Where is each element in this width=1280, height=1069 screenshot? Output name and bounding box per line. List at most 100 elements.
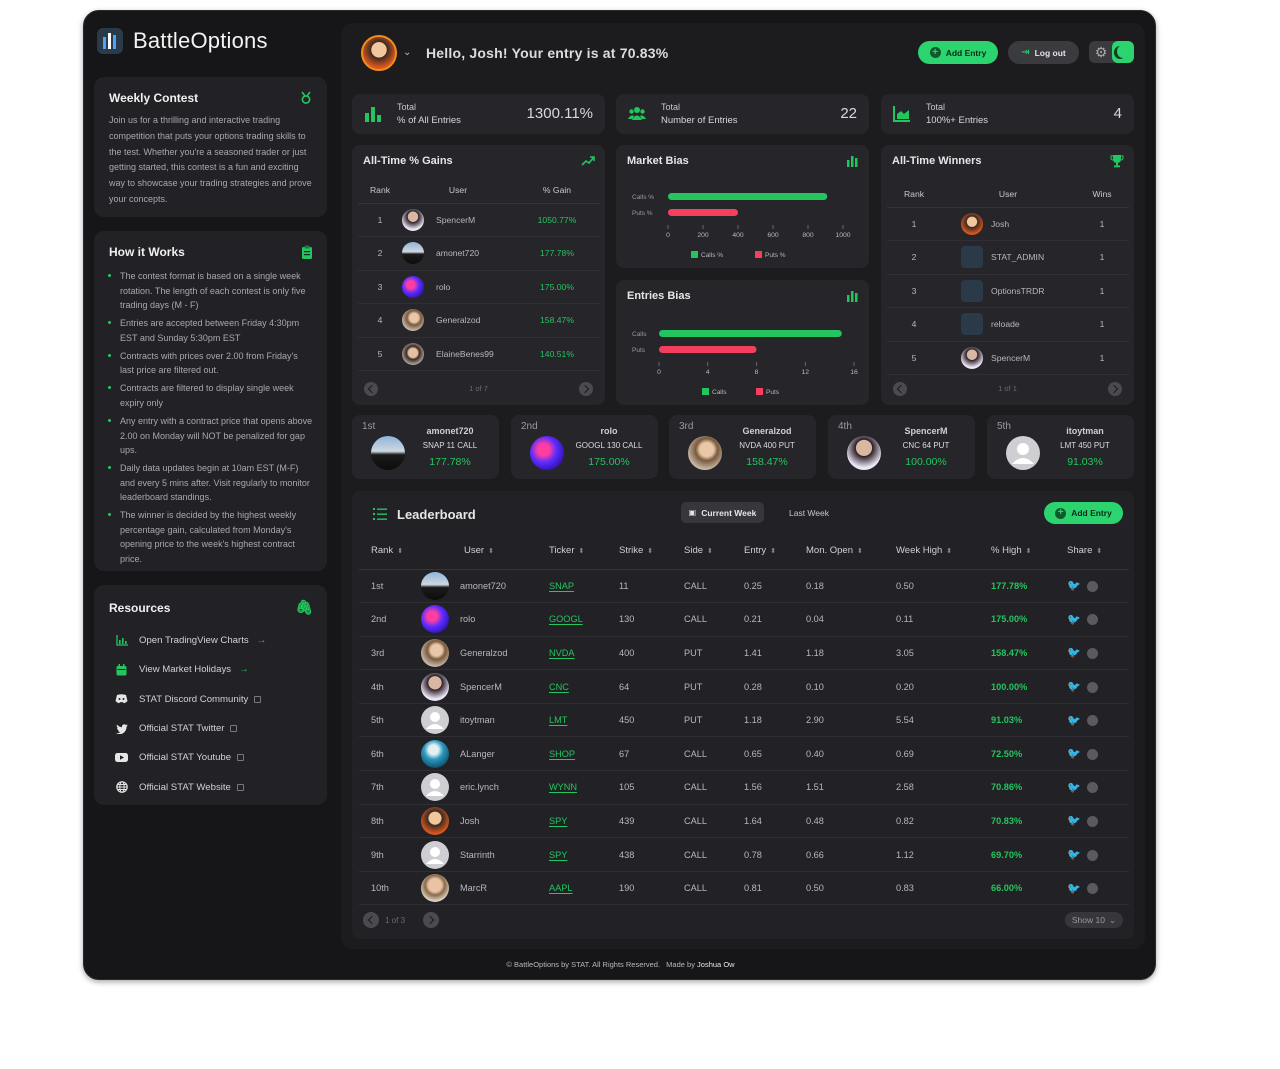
facebook-share-icon[interactable] bbox=[1086, 748, 1098, 760]
category-label: Calls bbox=[632, 331, 647, 338]
table-row[interactable]: 8th Josh SPY 439 CALL 1.64 0.48 0.82 70.83% 🐦 bbox=[359, 804, 1129, 839]
ticker-link[interactable]: LMT bbox=[545, 703, 615, 738]
next-page-button[interactable] bbox=[423, 912, 439, 928]
wins-cell: 1 bbox=[1075, 341, 1129, 375]
logout-button[interactable]: ⇥ Log out bbox=[1008, 41, 1079, 64]
table-row[interactable]: 1 SpencerM 1050.77% bbox=[358, 203, 600, 237]
twitter-share-icon[interactable]: 🐦 bbox=[1067, 647, 1087, 659]
table-row[interactable]: 3 rolo 175.00% bbox=[358, 270, 600, 304]
top-entry-card[interactable]: 1st amonet720 SNAP 11 CALL 177.78% bbox=[352, 415, 499, 479]
stat-value: 4 bbox=[1113, 105, 1122, 122]
twitter-share-icon[interactable]: 🐦 bbox=[1067, 715, 1087, 727]
col-side[interactable]: Side ⬍ bbox=[680, 533, 740, 570]
top-entry-card[interactable]: 5th itoytman LMT 450 PUT 91.03% bbox=[987, 415, 1134, 479]
resource-twitter[interactable]: Official STAT Twitter bbox=[109, 714, 313, 743]
table-row[interactable]: 6th ALanger SHOP 67 CALL 0.65 0.40 0.69 72.50% 🐦 bbox=[359, 736, 1129, 772]
alltime-gains-table: Rank User % Gain 1 SpencerM 1050.77% 2 amon… bbox=[358, 177, 600, 371]
table-row[interactable]: 2 amonet720 177.78% bbox=[358, 236, 600, 271]
resources-heading: Resources 🖇 bbox=[109, 599, 313, 616]
twitter-share-icon[interactable]: 🐦 bbox=[1067, 815, 1087, 827]
prev-page-button[interactable] bbox=[363, 912, 379, 928]
facebook-share-icon[interactable] bbox=[1086, 883, 1098, 895]
resource-holidays[interactable]: View Market Holidays → bbox=[109, 655, 313, 684]
facebook-share-icon[interactable] bbox=[1086, 782, 1098, 794]
facebook-share-icon[interactable] bbox=[1086, 715, 1098, 727]
col-week-high[interactable]: Week High ⬍ bbox=[892, 533, 987, 570]
chevron-down-icon[interactable]: ⌄ bbox=[403, 47, 411, 58]
ticker-link[interactable]: GOOGL bbox=[545, 602, 615, 637]
market-bias-chart: Calls % Puts % 0 200 400 600 800 1000 Calls %… bbox=[632, 193, 851, 259]
page-indicator: 1 of 7 bbox=[469, 384, 488, 393]
resource-website[interactable]: Official STAT Website bbox=[109, 772, 313, 801]
col-user[interactable]: User ⬍ bbox=[425, 533, 545, 570]
table-row[interactable]: 3 OptionsTRDR 1 bbox=[887, 274, 1129, 308]
facebook-share-icon[interactable] bbox=[1086, 681, 1098, 693]
tab-current-week[interactable]: ▣ Current Week bbox=[681, 502, 764, 523]
next-page-button[interactable] bbox=[579, 382, 593, 396]
facebook-share-icon[interactable] bbox=[1086, 816, 1098, 828]
twitter-share-icon[interactable]: 🐦 bbox=[1067, 614, 1087, 626]
resource-youtube[interactable]: Official STAT Youtube bbox=[109, 743, 313, 772]
header-add-entry-button[interactable]: + Add Entry bbox=[918, 41, 998, 64]
resource-discord[interactable]: STAT Discord Community bbox=[109, 685, 313, 714]
facebook-share-icon[interactable] bbox=[1086, 614, 1098, 626]
table-row[interactable]: 4 Generalzod 158.47% bbox=[358, 303, 600, 338]
brand[interactable]: BattleOptions bbox=[94, 19, 327, 63]
sidebar: BattleOptions Weekly Contest Join us for… bbox=[94, 19, 327, 805]
table-row[interactable]: 2nd rolo GOOGL 130 CALL 0.21 0.04 0.11 175.00% 🐦 bbox=[359, 602, 1129, 637]
twitter-share-icon[interactable]: 🐦 bbox=[1067, 748, 1087, 760]
facebook-share-icon[interactable] bbox=[1086, 849, 1098, 861]
twitter-share-icon[interactable]: 🐦 bbox=[1067, 782, 1087, 794]
avatar bbox=[421, 672, 449, 701]
ticker-link[interactable]: SHOP bbox=[545, 736, 615, 772]
col-rank[interactable]: Rank ⬍ bbox=[359, 533, 425, 570]
ticker-link[interactable]: SPY bbox=[545, 837, 615, 872]
table-row[interactable]: 1st amonet720 SNAP 11 CALL 0.25 0.18 0.50 177.78… bbox=[359, 569, 1129, 604]
twitter-share-icon[interactable]: 🐦 bbox=[1067, 849, 1087, 861]
share-cell: 🐦 bbox=[1063, 837, 1129, 872]
avatar bbox=[421, 806, 449, 835]
theme-toggle[interactable]: ⚙ bbox=[1089, 41, 1134, 63]
ticker-link[interactable]: SPY bbox=[545, 804, 615, 839]
ticker-link[interactable]: SNAP bbox=[545, 569, 615, 604]
facebook-share-icon[interactable] bbox=[1086, 580, 1098, 592]
table-row[interactable]: 5th itoytman LMT 450 PUT 1.18 2.90 5.54 91.03% 🐦 bbox=[359, 703, 1129, 738]
resource-tradingview[interactable]: Open TradingView Charts → bbox=[109, 626, 313, 655]
ticker-link[interactable]: AAPL bbox=[545, 871, 615, 906]
ticker-link[interactable]: NVDA bbox=[545, 636, 615, 671]
user-wrap: OptionsTRDR bbox=[961, 279, 1075, 302]
col-entry[interactable]: Entry ⬍ bbox=[740, 533, 802, 570]
page-size-select[interactable]: Show 10 ⌄ bbox=[1065, 912, 1123, 928]
twitter-share-icon[interactable]: 🐦 bbox=[1067, 681, 1087, 693]
leaderboard-add-entry-button[interactable]: + Add Entry bbox=[1044, 502, 1123, 524]
table-row[interactable]: 2 STAT_ADMIN 1 bbox=[887, 240, 1129, 275]
table-row[interactable]: 5 ElaineBenes99 140.51% bbox=[358, 337, 600, 371]
table-row[interactable]: 5 SpencerM 1 bbox=[887, 341, 1129, 375]
facebook-share-icon[interactable] bbox=[1086, 648, 1098, 660]
top-entry-card[interactable]: 4th SpencerM CNC 64 PUT 100.00% bbox=[828, 415, 975, 479]
col-ticker[interactable]: Ticker ⬍ bbox=[545, 533, 615, 570]
table-row[interactable]: 3rd Generalzod NVDA 400 PUT 1.41 1.18 3.05 158.4… bbox=[359, 636, 1129, 671]
ticker-link[interactable]: WYNN bbox=[545, 770, 615, 805]
twitter-share-icon[interactable]: 🐦 bbox=[1067, 883, 1087, 895]
col-pct-high[interactable]: % High ⬍ bbox=[987, 533, 1063, 570]
table-row[interactable]: 4 reloade 1 bbox=[887, 307, 1129, 342]
username: SpencerM bbox=[436, 214, 476, 225]
table-row[interactable]: 10th MarcR AAPL 190 CALL 0.81 0.50 0.83 66.00% 🐦 bbox=[359, 871, 1129, 906]
share-cell: 🐦 bbox=[1063, 602, 1129, 637]
ticker-link[interactable]: CNC bbox=[545, 669, 615, 704]
next-page-button[interactable] bbox=[1108, 382, 1122, 396]
top-entry-card[interactable]: 3rd Generalzod NVDA 400 PUT 158.47% bbox=[669, 415, 816, 479]
table-row[interactable]: 7th eric.lynch WYNN 105 CALL 1.56 1.51 2.58 70.8… bbox=[359, 770, 1129, 805]
table-row[interactable]: 1 Josh 1 bbox=[887, 207, 1129, 241]
user-avatar[interactable] bbox=[361, 35, 397, 71]
col-mon-open[interactable]: Mon. Open ⬍ bbox=[802, 533, 892, 570]
top-entry-card[interactable]: 2nd rolo GOOGL 130 CALL 175.00% bbox=[511, 415, 658, 479]
table-row[interactable]: 9th Starrinth SPY 438 CALL 0.78 0.66 1.12 69.70%… bbox=[359, 837, 1129, 872]
tab-last-week[interactable]: Last Week bbox=[779, 502, 839, 523]
twitter-share-icon[interactable]: 🐦 bbox=[1067, 580, 1087, 592]
table-row[interactable]: 4th SpencerM CNC 64 PUT 0.28 0.10 0.20 100.00% 🐦 bbox=[359, 669, 1129, 704]
col-strike[interactable]: Strike ⬍ bbox=[615, 533, 680, 570]
footer-author-link[interactable]: Joshua Ow bbox=[697, 960, 735, 969]
mon-open-cell: 0.40 bbox=[802, 736, 892, 772]
